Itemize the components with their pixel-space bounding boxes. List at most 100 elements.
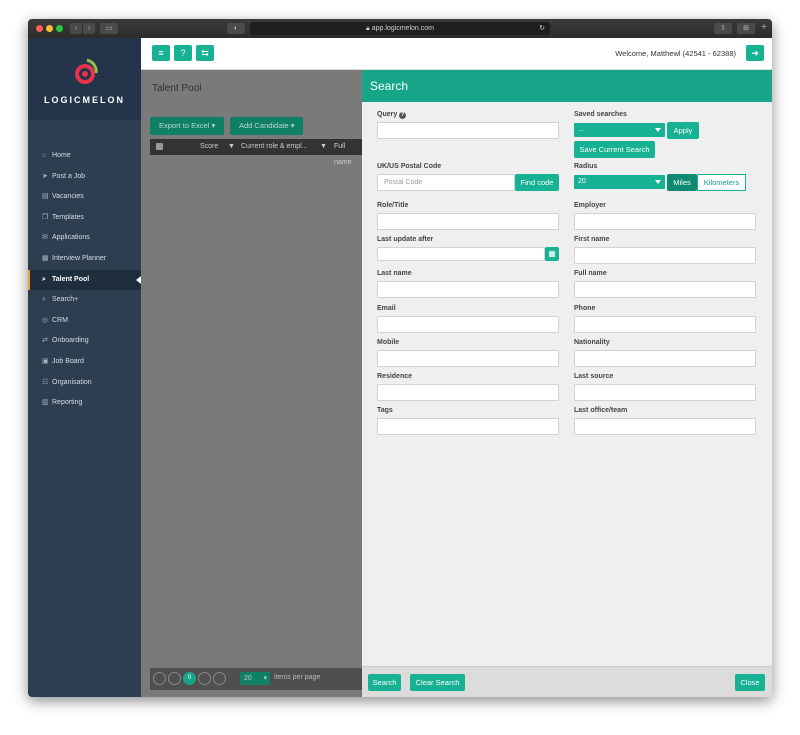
sidebar-item-label: Job Board xyxy=(52,357,84,365)
search-icon: ⌕ xyxy=(42,275,46,283)
first-name-input[interactable] xyxy=(574,247,756,264)
prev-page-button[interactable] xyxy=(168,672,181,685)
residence-input[interactable] xyxy=(377,384,559,401)
search-button[interactable]: Search xyxy=(368,674,401,691)
postal-code-input[interactable]: Postal Code xyxy=(377,174,515,191)
add-candidate-button[interactable]: Add Candidate ▾ xyxy=(230,117,304,135)
sidebar-toggle-icon[interactable]: ▭ xyxy=(100,23,118,34)
radius-select[interactable]: 20 xyxy=(574,175,665,189)
save-current-search-button[interactable]: Save Current Search xyxy=(574,141,655,158)
sidebar-item-search[interactable]: ⌕ Search+ xyxy=(28,290,141,311)
column-header-role[interactable]: Current role & empl... xyxy=(241,139,308,155)
list-icon: ▤ xyxy=(42,193,49,201)
share-icon[interactable]: ⇧ xyxy=(714,23,732,34)
saved-searches-select[interactable]: ... xyxy=(574,123,665,137)
search-panel: Search Query ? Saved searches ... Apply … xyxy=(362,70,772,697)
close-window-button[interactable] xyxy=(36,25,43,32)
tabs-grid-icon[interactable]: ⊞ xyxy=(737,23,755,34)
last-page-button[interactable] xyxy=(213,672,226,685)
pagination-bar: 0 20 ▾ items per page xyxy=(150,668,362,690)
app-topbar: ≡ ? ⇆ Welcome, Matthewl (42541 - 62388) … xyxy=(141,38,772,70)
sidebar-item-templates[interactable]: ❐ Templates xyxy=(28,208,141,229)
reload-icon[interactable]: ↻ xyxy=(539,22,545,35)
next-page-button[interactable] xyxy=(198,672,211,685)
lock-icon: 🔒︎ xyxy=(366,25,370,32)
first-page-button[interactable] xyxy=(153,672,166,685)
welcome-text: Welcome, Matthewl (42541 - 62388) xyxy=(615,49,736,58)
forward-icon[interactable]: › xyxy=(83,23,95,34)
full-name-label: Full name xyxy=(574,270,607,277)
tags-input[interactable] xyxy=(377,418,559,435)
maximize-window-button[interactable] xyxy=(56,25,63,32)
last-update-input[interactable] xyxy=(377,247,545,261)
back-icon[interactable]: ‹ xyxy=(70,23,82,34)
close-button[interactable]: Close xyxy=(735,674,765,691)
find-code-button[interactable]: Find code xyxy=(515,174,559,191)
filter-icon[interactable]: ▼ xyxy=(320,139,327,155)
filter-icon[interactable]: ▼ xyxy=(228,139,235,155)
kilometers-toggle[interactable]: Kilometers xyxy=(697,174,746,191)
envelope-icon: ✉ xyxy=(42,234,48,242)
select-all-checkbox[interactable] xyxy=(156,143,163,150)
sidebar-item-home[interactable]: ⌂ Home xyxy=(28,146,141,167)
sidebar-item-applications[interactable]: ✉ Applications xyxy=(28,228,141,249)
help-icon[interactable]: ? xyxy=(174,45,192,61)
current-page[interactable]: 0 xyxy=(183,672,196,685)
candidate-table-header: Score ▼ Current role & empl... ▼ Full na… xyxy=(150,139,362,166)
full-name-input[interactable] xyxy=(574,281,756,298)
page-size-select[interactable]: 20 ▾ xyxy=(240,672,270,685)
last-source-input[interactable] xyxy=(574,384,756,401)
sidebar-nav: ⌂ Home ➤ Post a Job ▤ Vacancies ❐ Templates ✉ App… xyxy=(28,146,141,414)
sidebar-item-post-a-job[interactable]: ➤ Post a Job xyxy=(28,167,141,188)
search-panel-title: Search xyxy=(370,79,409,93)
minimize-window-button[interactable] xyxy=(46,25,53,32)
sidebar-item-job-board[interactable]: ▣ Job Board xyxy=(28,352,141,373)
clear-search-button[interactable]: Clear Search xyxy=(410,674,465,691)
items-per-page-label: items per page xyxy=(274,674,321,681)
phone-label: Phone xyxy=(574,305,596,312)
role-title-input[interactable] xyxy=(377,213,559,230)
last-name-input[interactable] xyxy=(377,281,559,298)
sidebar: LOGICMELON ⌂ Home ➤ Post a Job ▤ Vacancies ❐ Te… xyxy=(28,38,141,697)
sidebar-item-talent-pool[interactable]: ⌕ Talent Pool xyxy=(28,269,141,291)
new-tab-icon[interactable]: + xyxy=(761,22,767,33)
email-input[interactable] xyxy=(377,316,559,333)
export-excel-button[interactable]: Export to Excel ▾ xyxy=(150,117,225,135)
logout-icon[interactable]: ➜ xyxy=(746,45,764,61)
sidebar-item-crm[interactable]: ◎ CRM xyxy=(28,311,141,332)
sidebar-item-vacancies[interactable]: ▤ Vacancies xyxy=(28,187,141,208)
query-input[interactable] xyxy=(377,122,559,139)
column-header-score[interactable]: Score xyxy=(200,139,218,155)
browser-window: ‹ › ▭ ◐ 🔒︎ app.logicmelon.com ↻ ⇧ ⊞ + LO… xyxy=(28,19,772,697)
last-office-label: Last office/team xyxy=(574,407,628,414)
browser-titlebar: ‹ › ▭ ◐ 🔒︎ app.logicmelon.com ↻ ⇧ ⊞ + xyxy=(28,19,772,38)
brand-area: LOGICMELON xyxy=(28,38,141,120)
sidebar-item-organisation[interactable]: ☷ Organisation xyxy=(28,373,141,394)
employer-input[interactable] xyxy=(574,213,756,230)
sidebar-item-label: Reporting xyxy=(52,399,83,407)
sidebar-item-label: Applications xyxy=(52,234,90,242)
sidebar-item-label: Vacancies xyxy=(52,193,84,201)
calendar-icon: ▦ xyxy=(42,254,49,262)
search-form: Query ? Saved searches ... Apply Save Cu… xyxy=(362,102,772,666)
column-header-full-name[interactable]: Full name xyxy=(334,139,362,171)
sidebar-item-onboarding[interactable]: ⇄ Onboarding xyxy=(28,331,141,352)
miles-toggle[interactable]: Miles xyxy=(667,174,697,191)
mobile-input[interactable] xyxy=(377,350,559,367)
sidebar-item-reporting[interactable]: ▥ Reporting xyxy=(28,393,141,414)
nationality-input[interactable] xyxy=(574,350,756,367)
switch-icon[interactable]: ⇆ xyxy=(196,45,214,61)
phone-input[interactable] xyxy=(574,316,756,333)
calendar-icon[interactable]: ▦ xyxy=(545,247,559,261)
last-office-input[interactable] xyxy=(574,418,756,435)
menu-icon[interactable]: ≡ xyxy=(152,45,170,61)
sidebar-item-label: Talent Pool xyxy=(52,275,90,283)
apply-button[interactable]: Apply xyxy=(667,122,699,139)
sidebar-item-interview-planner[interactable]: ▦ Interview Planner xyxy=(28,249,141,270)
question-icon: ? xyxy=(399,112,407,119)
book-icon: ▣ xyxy=(42,357,49,365)
shield-icon[interactable]: ◐ xyxy=(227,23,245,34)
residence-label: Residence xyxy=(377,373,413,380)
send-icon: ➤ xyxy=(42,172,48,180)
address-bar[interactable]: 🔒︎ app.logicmelon.com ↻ xyxy=(250,22,550,35)
